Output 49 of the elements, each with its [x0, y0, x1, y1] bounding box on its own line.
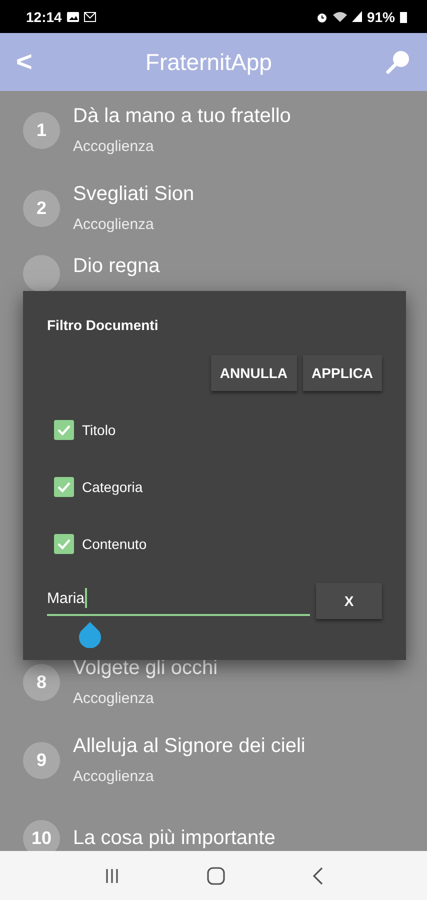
number-circle	[23, 255, 60, 292]
home-icon[interactable]	[206, 866, 224, 884]
song-category: Accoglienza	[73, 138, 155, 155]
wifi-icon	[332, 11, 347, 22]
song-item[interactable]: 8 Volgete gli occhi Accoglienza	[0, 643, 427, 721]
recent-apps-icon[interactable]	[104, 868, 120, 884]
song-item[interactable]: 2 Svegliati Sion Accoglienza	[0, 169, 427, 247]
search-field[interactable]: Maria	[47, 582, 310, 616]
checkmark-icon	[57, 481, 71, 493]
checkmark-icon	[57, 538, 71, 550]
checkbox-label: Categoria	[82, 479, 143, 495]
checkmark-icon	[57, 424, 71, 436]
alarm-icon	[316, 10, 328, 22]
song-category: Accoglienza	[73, 216, 155, 233]
battery-icon	[400, 10, 407, 22]
search-icon[interactable]	[384, 49, 411, 75]
battery-level: 91%	[366, 8, 395, 24]
signal-icon	[352, 11, 362, 22]
dialog-title: Filtro Documenti	[47, 317, 160, 333]
dialog-button[interactable]: ANNULLA	[210, 355, 297, 391]
song-number: 10	[23, 820, 60, 851]
clear-button[interactable]: X	[316, 583, 382, 619]
song-number: 9	[23, 742, 60, 778]
mail-icon	[84, 12, 96, 22]
song-title: Dio regna	[73, 255, 160, 278]
song-title: La cosa più importante	[73, 826, 276, 850]
song-title: Alleluja al Signore dei cieli	[73, 735, 306, 758]
song-number: 2	[23, 190, 60, 226]
checkbox-label: Contenuto	[82, 536, 147, 552]
text-cursor-handle-icon[interactable]	[79, 622, 101, 648]
checkbox[interactable]	[54, 477, 74, 497]
dialog-button[interactable]: APPLICA	[302, 355, 382, 391]
song-category: Accoglienza	[73, 690, 155, 707]
checkbox[interactable]	[54, 420, 74, 440]
back-icon[interactable]	[312, 866, 324, 884]
song-number: 1	[23, 112, 60, 148]
song-number: 8	[23, 664, 60, 700]
back-button[interactable]: <	[16, 46, 32, 78]
checkbox[interactable]	[54, 534, 74, 554]
song-item[interactable]: 1 Dà la mano a tuo fratello Accoglienza	[0, 91, 427, 169]
song-category: Accoglienza	[73, 768, 155, 785]
checkbox-label: Titolo	[82, 422, 116, 438]
status-time: 12:14	[26, 8, 62, 24]
song-title: Svegliati Sion	[73, 183, 194, 206]
song-title: Volgete gli occhi	[73, 657, 218, 680]
image-icon	[66, 12, 79, 22]
app-title: FraternitApp	[145, 48, 272, 76]
song-item[interactable]: 9 Alleluja al Signore dei cieli Accoglienza	[0, 721, 427, 799]
song-title: Dà la mano a tuo fratello	[73, 105, 291, 128]
